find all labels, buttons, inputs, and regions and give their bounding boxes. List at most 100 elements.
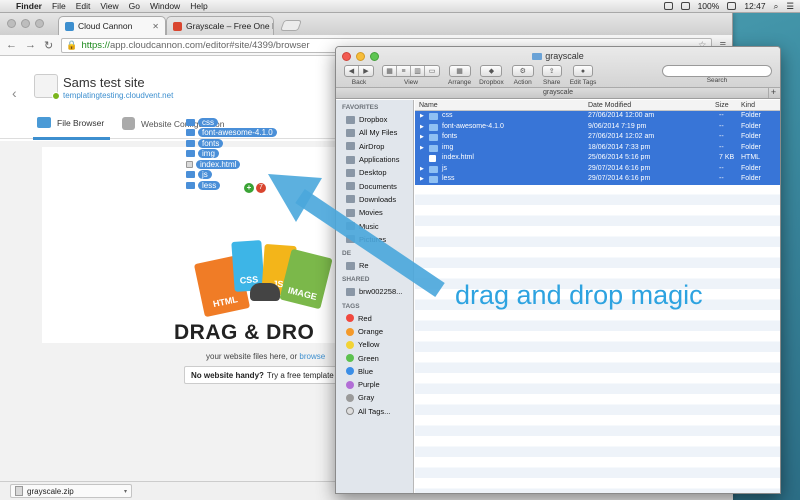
zoom-button[interactable] [35, 19, 44, 28]
file-row[interactable]: ▶ css 27/06/2014 12:00 am -- Folder [415, 111, 780, 122]
close-button[interactable] [7, 19, 16, 28]
wifi-icon[interactable] [680, 2, 690, 10]
menu-edit[interactable]: Edit [76, 1, 91, 11]
dragged-item: index.html [186, 159, 277, 169]
share-button[interactable]: ⇪ [543, 66, 561, 76]
sidebar-item-music[interactable]: Music [336, 219, 413, 232]
notification-center-icon[interactable]: ☰ [786, 1, 794, 12]
menu-go[interactable]: Go [129, 1, 140, 11]
menu-file[interactable]: File [52, 1, 66, 11]
sidebar-item-device[interactable]: Re [336, 259, 413, 272]
site-url-link[interactable]: templatingtesting.cloudvent.net [63, 91, 173, 100]
file-row[interactable]: ▶ img 18/06/2014 7:33 pm -- Folder [415, 142, 780, 153]
menubar-app-name[interactable]: Finder [16, 1, 42, 11]
file-row[interactable]: ▶ fonts 27/06/2014 12:02 am -- Folder [415, 132, 780, 143]
sidebar-item-desktop[interactable]: Desktop [336, 166, 413, 179]
disclosure-triangle-icon[interactable]: ▶ [420, 113, 424, 119]
dropbox-button[interactable]: ◆ [481, 66, 501, 76]
file-row[interactable]: index.html 25/06/2014 5:16 pm 7 KB HTML [415, 153, 780, 164]
disclosure-triangle-icon[interactable]: ▶ [420, 145, 424, 151]
disclosure-triangle-icon[interactable]: ▶ [420, 166, 424, 172]
applications-icon [346, 155, 355, 164]
sidebar-section-header: TAGS [342, 302, 360, 310]
icon-view-button[interactable]: ▦ [383, 66, 397, 76]
sidebar-item-dropbox[interactable]: Dropbox [336, 113, 413, 126]
sidebar-item-all-my-files[interactable]: All My Files [336, 126, 413, 139]
sidebar-tag-yellow[interactable]: Yellow [336, 338, 413, 351]
battery-percent[interactable]: 100% [698, 1, 720, 11]
file-row[interactable]: ▶ font-awesome-4.1.0 9/06/2014 7:19 pm -- Fo… [415, 121, 780, 132]
sidebar-section-header: FAVORITES [342, 104, 379, 111]
finder-window: grayscale ◀ ▶ Back ▦ ≡ ▥ ▭ View ▦ Arrange ◆ … [335, 46, 781, 494]
spotlight-icon[interactable]: ⌕ [774, 1, 779, 12]
action-button[interactable]: ⚙ [513, 66, 533, 76]
sidebar-item-applications[interactable]: Applications [336, 153, 413, 166]
arrange-button[interactable]: ▦ [450, 66, 470, 76]
tab-strip: Cloud Cannon ✕ Grayscale – Free One Page… [0, 13, 732, 35]
file-row[interactable]: ▶ less 29/07/2014 6:16 pm -- Folder [415, 174, 780, 185]
folder-icon [186, 139, 195, 147]
status-area: 100% 12:47 ⌕ ☰ [663, 1, 794, 12]
column-kind[interactable]: Kind [741, 102, 755, 109]
sidebar-section-header: SHARED [342, 276, 370, 284]
disclosure-triangle-icon[interactable]: ▶ [420, 134, 424, 140]
download-filename: grayscale.zip [27, 486, 74, 496]
new-tab-button[interactable]: + [768, 88, 778, 98]
site-avatar [34, 74, 60, 100]
free-template-button[interactable]: No website handy? Try a free template [184, 366, 342, 384]
column-view-button[interactable]: ▥ [411, 66, 425, 76]
sidebar-tag-red[interactable]: Red [336, 312, 413, 325]
airdrop-icon [346, 142, 355, 151]
chevron-left-icon[interactable]: ‹ [12, 85, 17, 101]
minimize-button[interactable] [21, 19, 30, 28]
close-tab-icon[interactable]: ✕ [152, 22, 159, 31]
folder-icon [186, 171, 195, 179]
menu-window[interactable]: Window [150, 1, 180, 11]
dragged-item: js [186, 170, 277, 180]
column-name[interactable]: Name [419, 102, 438, 109]
search-group: Search [662, 65, 772, 84]
tab-grayscale[interactable]: Grayscale – Free One Page ✕ [166, 16, 274, 35]
coverflow-view-button[interactable]: ▭ [425, 66, 439, 76]
new-tab-button[interactable] [279, 20, 303, 31]
forward-button[interactable]: ▶ [359, 66, 373, 76]
movies-icon [346, 208, 355, 217]
sidebar-tag-green[interactable]: Green [336, 351, 413, 364]
sidebar-tag-gray[interactable]: Gray [336, 391, 413, 404]
edit-tags-group: ● Edit Tags [570, 65, 596, 86]
copy-plus-badge: + [244, 183, 254, 193]
tab-file-browser[interactable]: File Browser [32, 117, 111, 140]
search-input[interactable] [662, 65, 772, 77]
sidebar-tag-blue[interactable]: Blue [336, 365, 413, 378]
menu-help[interactable]: Help [190, 1, 207, 11]
list-view-button[interactable]: ≡ [397, 66, 411, 76]
back-button[interactable]: ◀ [345, 66, 359, 76]
battery-icon[interactable] [727, 2, 737, 10]
tab-cloud-cannon[interactable]: Cloud Cannon ✕ [58, 16, 166, 35]
sidebar-item-documents[interactable]: Documents [336, 179, 413, 192]
sidebar-item-airdrop[interactable]: AirDrop [336, 140, 413, 153]
disclosure-triangle-icon[interactable]: ▶ [420, 176, 424, 182]
clock[interactable]: 12:47 [744, 1, 765, 11]
file-row[interactable]: ▶ js 29/07/2014 6:16 pm -- Folder [415, 163, 780, 174]
disclosure-triangle-icon[interactable]: ▶ [420, 124, 424, 130]
forward-arrow-icon[interactable]: → [25, 39, 36, 51]
sidebar-tag-orange[interactable]: Orange [336, 325, 413, 338]
sidebar-all-tags[interactable]: All Tags... [336, 405, 413, 418]
sidebar-item-shared[interactable]: brw002258... [336, 285, 413, 298]
chevron-down-icon[interactable]: ▾ [124, 488, 127, 495]
sidebar-item-pictures[interactable]: Pictures [336, 233, 413, 246]
reload-icon[interactable]: ↻ [44, 39, 53, 52]
sidebar-tag-purple[interactable]: Purple [336, 378, 413, 391]
dropbox-status-icon[interactable] [663, 2, 673, 10]
back-arrow-icon[interactable]: ← [6, 39, 17, 51]
download-item[interactable]: grayscale.zip ▾ [10, 484, 132, 498]
sidebar-item-downloads[interactable]: Downloads [336, 193, 413, 206]
menu-view[interactable]: View [100, 1, 118, 11]
music-icon [346, 222, 355, 231]
sidebar-item-movies[interactable]: Movies [336, 206, 413, 219]
browse-link[interactable]: browse [299, 352, 325, 361]
column-date-modified[interactable]: Date Modified [588, 102, 631, 109]
column-size[interactable]: Size [715, 102, 729, 109]
edit-tags-button[interactable]: ● [574, 66, 592, 76]
